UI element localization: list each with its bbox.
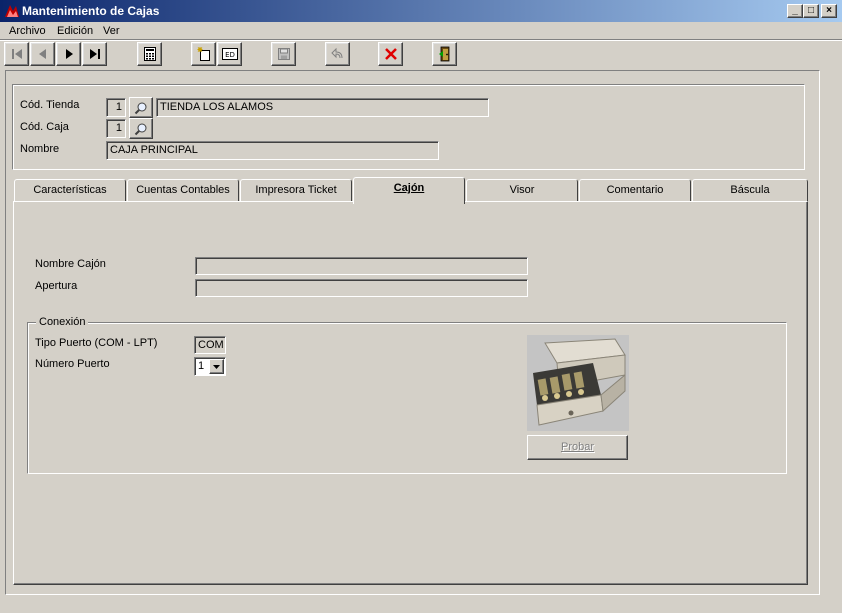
- port-number-dropdown-button[interactable]: [209, 359, 224, 374]
- menu-edicion[interactable]: Edición: [57, 25, 93, 37]
- tab-visor[interactable]: Visor: [466, 179, 578, 202]
- tab-label: Visor: [509, 184, 535, 196]
- menu-divider-highlight: [0, 40, 842, 41]
- maximize-button[interactable]: □: [803, 4, 819, 18]
- box-search-button[interactable]: [129, 118, 153, 139]
- menu-edicion-label: Edición: [57, 25, 94, 37]
- port-type-label: Tipo Puerto (COM - LPT): [35, 337, 158, 349]
- tab-label: Impresora Ticket: [255, 184, 337, 196]
- port-number-label: Número Puerto: [35, 358, 110, 370]
- app-icon: [5, 5, 19, 17]
- prev-record-button[interactable]: [30, 42, 55, 66]
- tab-caracteristicas[interactable]: Características: [14, 179, 126, 202]
- drawer-name-field[interactable]: [195, 257, 528, 275]
- tab-label: Características: [33, 184, 107, 196]
- exit-button[interactable]: [432, 42, 457, 66]
- drawer-name-label: Nombre Cajón: [35, 258, 106, 270]
- tab-comentario[interactable]: Comentario: [579, 179, 691, 202]
- store-code-label: Cód. Tienda: [20, 99, 80, 111]
- box-code-field[interactable]: 1: [106, 119, 126, 138]
- edit-record-button[interactable]: ED: [217, 42, 242, 66]
- magnifier-icon: [134, 123, 147, 135]
- save-button[interactable]: [271, 42, 296, 66]
- tab-impresora-ticket[interactable]: Impresora Ticket: [240, 179, 352, 202]
- close-button[interactable]: ×: [821, 4, 837, 18]
- calculator-icon: [143, 47, 156, 61]
- prev-record-icon: [38, 49, 46, 59]
- cash-drawer-icon: [527, 335, 629, 431]
- save-icon: [277, 48, 290, 60]
- store-search-button[interactable]: [129, 97, 153, 118]
- port-number-value: 1: [198, 360, 205, 372]
- name-label: Nombre: [20, 143, 60, 155]
- tab-label: Cuentas Contables: [136, 184, 230, 196]
- first-record-button[interactable]: [4, 42, 29, 66]
- delete-button[interactable]: [378, 42, 403, 66]
- next-record-button[interactable]: [56, 42, 81, 66]
- tab-bascula[interactable]: Báscula: [692, 179, 808, 202]
- minimize-button[interactable]: _: [787, 4, 803, 18]
- tab-label: Cajón: [393, 182, 425, 194]
- new-record-icon: [197, 47, 210, 61]
- store-code-field[interactable]: 1: [106, 98, 126, 117]
- tab-panel: Nombre Cajón Apertura Conexión Tipo Puer…: [13, 201, 808, 585]
- cash-drawer-image: [527, 335, 629, 431]
- undo-icon: [330, 47, 342, 59]
- undo-button[interactable]: [325, 42, 350, 66]
- next-record-icon: [65, 49, 73, 59]
- title-bar[interactable]: Mantenimiento de Cajas _ □ ×: [0, 0, 842, 22]
- port-type-field[interactable]: COM: [194, 336, 226, 354]
- last-record-button[interactable]: [82, 42, 107, 66]
- box-code-label: Cód. Caja: [20, 121, 69, 133]
- port-number-select[interactable]: 1: [194, 357, 226, 376]
- tab-cuentas-contables[interactable]: Cuentas Contables: [127, 179, 239, 202]
- calculator-button[interactable]: [137, 42, 162, 66]
- exit-icon: [438, 46, 449, 62]
- delete-icon: [384, 48, 397, 60]
- test-button[interactable]: Probar: [527, 435, 628, 460]
- connection-legend: Conexión: [36, 316, 89, 328]
- chevron-down-icon: [213, 364, 220, 369]
- last-record-icon: [89, 49, 100, 59]
- new-record-button[interactable]: [191, 42, 216, 66]
- menu-archivo[interactable]: Archivo: [9, 25, 46, 37]
- opening-label: Apertura: [35, 280, 78, 292]
- window-title: Mantenimiento de Cajas: [22, 4, 160, 18]
- store-name-field[interactable]: TIENDA LOS ALAMOS: [156, 98, 489, 117]
- menu-ver[interactable]: Ver: [103, 25, 120, 37]
- edit-record-icon: ED: [221, 48, 238, 60]
- tab-cajon[interactable]: Cajón: [353, 177, 465, 204]
- magnifier-icon: [134, 102, 147, 114]
- tab-label: Báscula: [730, 184, 770, 196]
- menu-ver-label: Ver: [103, 25, 120, 37]
- first-record-icon: [11, 49, 22, 59]
- menu-archivo-label: Archivo: [9, 25, 46, 37]
- svg-text:ED: ED: [225, 51, 235, 59]
- tab-label: Comentario: [606, 184, 664, 196]
- opening-field[interactable]: [195, 279, 528, 297]
- test-button-label: Probar: [560, 441, 595, 453]
- name-field[interactable]: CAJA PRINCIPAL: [106, 141, 439, 160]
